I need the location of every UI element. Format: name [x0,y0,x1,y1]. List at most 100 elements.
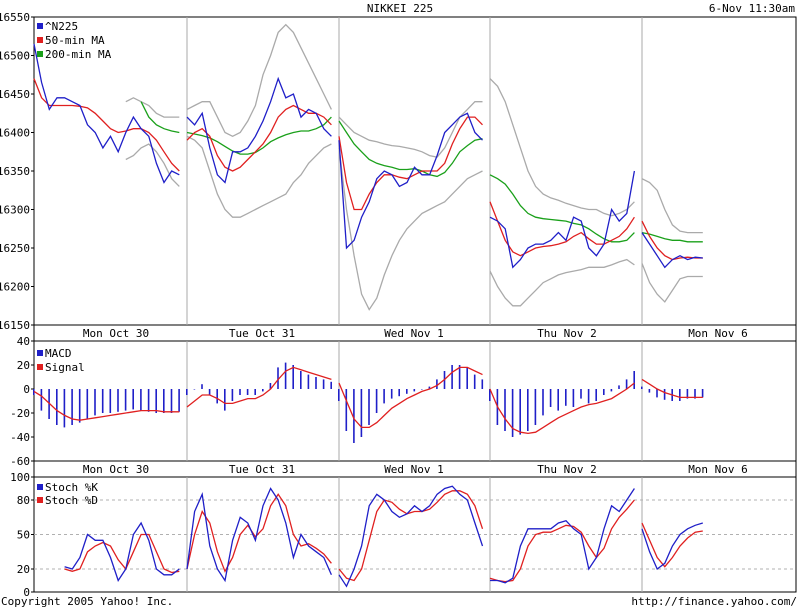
price-line [338,112,483,250]
signal-line [338,366,483,429]
macd-bar [656,389,658,398]
bollinger-upper-line [186,23,332,138]
macd-bar [534,389,537,425]
macd-bar [86,389,89,419]
macd-bar [557,389,559,411]
bollinger-upper-line [338,101,483,158]
axis-layer: 16150 16200 16250 16300 16350 16400 16450 16500… [0,11,34,599]
legend-swatch-stoch-k [37,484,43,490]
date-label: Tue Oct 31 [229,463,295,476]
macd-bar [413,389,416,392]
macd-bar [101,389,104,413]
bollinger-upper-line [125,97,180,118]
macd-bar [292,365,294,389]
macd-bar [679,389,681,401]
y-tick-label: 0 [23,383,30,396]
source-url[interactable]: http://finance.yahoo.com/ [631,595,797,608]
stoch-legend: Stoch %K Stoch %D [37,481,98,507]
bollinger-upper-line [641,178,703,234]
y-tick-label: -60 [10,455,30,468]
y-tick-label: 16300 [0,204,30,217]
macd-bar [246,389,249,395]
signal-line [641,378,703,399]
y-tick-label: 16150 [0,319,30,332]
signal-line [186,366,332,408]
macd-bar [641,386,643,389]
macd-bar [375,389,378,413]
y-tick-label: 16400 [0,127,30,140]
macd-bar [132,389,134,410]
macd-bar [239,389,241,395]
y-tick-label: 16250 [0,242,30,255]
date-label: Wed Nov 1 [384,327,444,340]
macd-bar [231,389,234,401]
macd-bar [519,389,521,435]
macd-bar [504,389,506,431]
macd-bar [549,389,552,407]
stoch-d-line [186,493,332,573]
macd-bar [421,389,423,390]
macd-bar [633,371,635,389]
macd-bar [208,389,211,395]
macd-bar [216,389,218,404]
macd-bar [307,374,310,389]
macd-bar [610,389,613,392]
macd-bar [481,379,484,389]
legend-swatch-price [37,23,43,29]
macd-bar [580,389,582,399]
bollinger-lower-line [338,147,483,311]
chart-title: NIKKEI 225 [367,2,433,15]
macd-bar [315,377,317,389]
y-tick-label: 16450 [0,88,30,101]
signal-line [33,390,180,421]
bollinger-lower-line [489,258,635,307]
macd-bar [701,389,704,398]
macd-bar [193,389,196,390]
legend-swatch-signal [37,364,43,370]
macd-bar [117,389,119,412]
macd-bar [345,389,348,431]
macd-bar [383,389,385,404]
legend-macd: MACD [45,347,72,360]
price-line [489,170,636,269]
date-label: Thu Nov 2 [537,327,597,340]
date-label: Mon Nov 6 [688,327,748,340]
legend-swatch-ma50 [37,37,43,43]
y-tick-label: 16350 [0,165,30,178]
macd-bar [663,389,666,400]
ma200-line [641,231,703,243]
macd-bar [595,389,597,401]
series-layer [33,23,704,588]
ma50-line [338,116,483,211]
price-legend: ^N225 50-min MA 200-min MA [37,20,112,61]
chart-timestamp: 6-Nov 11:30am [709,2,795,15]
macd-bar [201,384,203,389]
macd-bar [511,389,514,437]
stoch-d-line [338,490,484,582]
macd-bar [527,389,529,431]
macd-bar [330,381,332,389]
macd-bar [124,389,127,411]
macd-bar [40,389,43,411]
macd-bar [94,389,96,416]
stock-chart: NIKKEI 225 6-Nov 11:30am 16150 16200 16250… [0,2,797,608]
legend-signal: Signal [45,361,85,374]
macd-bar [436,379,438,389]
y-tick-label: 16200 [0,281,30,294]
macd-bar [322,379,325,389]
macd-bar [648,389,651,393]
macd-bar [170,389,173,413]
macd-bar [398,389,400,397]
y-tick-label: 50 [17,529,30,542]
macd-bar [78,389,81,423]
ma50-line [186,104,332,172]
legend-ma50: 50-min MA [45,34,105,47]
stoch-k-line [641,522,703,571]
macd-bar [155,389,157,413]
macd-bar [140,389,142,411]
macd-bar [262,389,264,392]
macd-bar [224,389,226,411]
macd-bar [300,371,302,389]
y-tick-label: 20 [17,359,30,372]
legend-ma200: 200-min MA [45,48,112,61]
